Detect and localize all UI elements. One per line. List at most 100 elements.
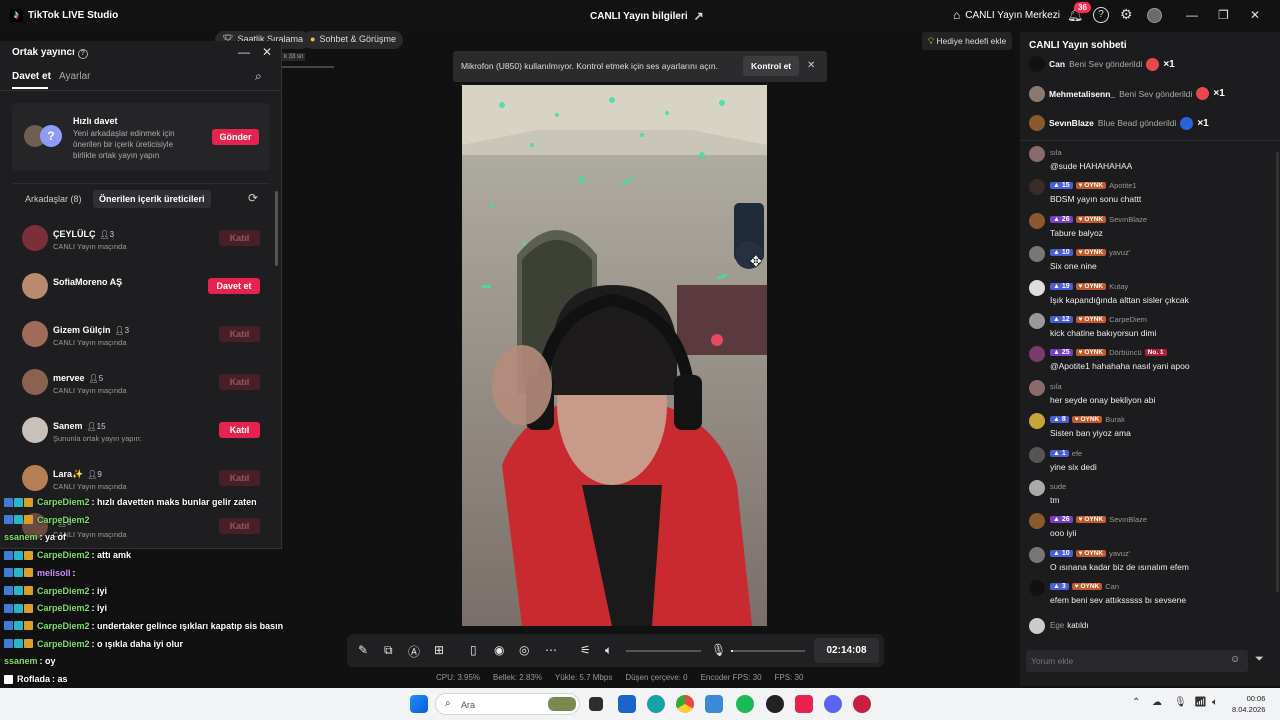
mini-progress xyxy=(282,66,334,68)
join-button[interactable]: Davet et xyxy=(208,278,260,294)
taskbar-search[interactable]: ⌕ Ara xyxy=(435,693,580,715)
live-center-button[interactable]: ⌂ CANLI Yayın Merkezi xyxy=(953,8,1060,22)
message-text: Tabure balyoz xyxy=(1050,227,1103,238)
refresh-icon[interactable]: ⟳ xyxy=(248,191,258,205)
suggested-creators-tab[interactable]: Önerilen içerik üreticileri xyxy=(93,190,211,208)
minimize-icon[interactable]: — xyxy=(1186,8,1198,22)
tiktok-studio-icon[interactable] xyxy=(853,695,871,713)
tiktok-taskbar-icon[interactable] xyxy=(795,695,813,713)
outlook-icon[interactable] xyxy=(618,695,636,713)
scrollbar[interactable] xyxy=(1276,152,1279,592)
tab-settings[interactable]: Ayarlar xyxy=(59,71,91,82)
viewer-count: 👤︎3 xyxy=(99,230,115,239)
app-icon[interactable] xyxy=(766,695,784,713)
join-button[interactable]: Katıl xyxy=(219,230,260,246)
microphone-icon[interactable]: 🎙︎ xyxy=(711,643,726,657)
close-panel-icon[interactable]: ✕ xyxy=(262,45,272,59)
gift-goal-button[interactable]: 💡︎ Hediye hedefi ekle xyxy=(922,32,1013,50)
info-icon[interactable]: ? xyxy=(77,49,88,59)
level-badge: ▲ 12 xyxy=(1050,316,1073,323)
join-button[interactable]: Katıl xyxy=(219,422,260,438)
bits-badge-icon xyxy=(14,550,23,560)
avatar xyxy=(1029,618,1045,634)
screen-capture-icon[interactable]: ⧉ xyxy=(384,643,393,658)
wifi-icon[interactable]: 📶︎ xyxy=(1194,697,1207,708)
overlay-chat-line: CarpeDiem2: o ışıkla daha iyi olur xyxy=(4,639,183,649)
viewer-count-value: 15 xyxy=(96,422,106,431)
send-button[interactable]: Gönder xyxy=(212,129,259,145)
minimize-panel-icon[interactable]: — xyxy=(238,45,250,59)
check-button[interactable]: Kontrol et xyxy=(743,56,800,76)
scrollbar[interactable] xyxy=(275,191,278,266)
message-text: @sude HAHAHAHAA xyxy=(1050,161,1133,171)
divider xyxy=(12,183,270,184)
speaker-icon[interactable]: 🔈︎ xyxy=(605,643,612,658)
join-button[interactable]: Katıl xyxy=(219,326,260,342)
chevron-up-icon[interactable]: ⌃ xyxy=(1132,697,1140,708)
tab-invite[interactable]: Davet et xyxy=(12,71,51,82)
task-view-icon[interactable] xyxy=(589,697,603,711)
maximize-icon[interactable]: ❐ xyxy=(1218,8,1229,22)
chat-meet-pill[interactable]: ● Sohbet & Görüşme xyxy=(303,31,403,49)
help-icon[interactable]: ? xyxy=(1093,7,1109,23)
edge-icon[interactable] xyxy=(647,695,665,713)
mic-tray-icon[interactable]: 🎙︎ xyxy=(1174,697,1187,708)
close-icon[interactable]: ✕ xyxy=(807,60,815,71)
message-text: O ısınana kadar biz de ısınalım efem xyxy=(1050,561,1189,572)
message-text: BDSM yayın sonu chattt xyxy=(1050,194,1142,205)
join-button[interactable]: Katıl xyxy=(219,470,260,486)
chrome-icon[interactable] xyxy=(676,695,694,713)
clock[interactable]: 00:06 8.04.2026 xyxy=(1232,693,1265,715)
quick-invite-avatars: ? xyxy=(24,125,62,147)
search-icon[interactable]: ⌕ xyxy=(255,69,262,84)
friend-name: Gizem Gülçin 👤︎3 xyxy=(53,325,129,335)
close-icon[interactable]: ✕ xyxy=(1250,8,1260,22)
mic-volume-slider[interactable] xyxy=(731,650,805,652)
fan-badge: ♥ OYNK xyxy=(1075,549,1107,557)
volume-icon[interactable]: 🔈︎ xyxy=(1212,697,1218,708)
record-icon[interactable]: ◉ xyxy=(494,643,504,657)
mixer-icon[interactable]: ⚟ xyxy=(580,643,591,657)
gift-row: Can Beni Sev gönderildi ×1 xyxy=(1029,54,1175,74)
home-icon: ⌂ xyxy=(953,8,961,22)
magic-wand-icon[interactable]: ✎ xyxy=(358,643,368,657)
chat-text: : ya of xyxy=(39,532,67,543)
mic-notification: Mikrofon (U850) kullanılmıyor. Kontrol e… xyxy=(453,51,827,82)
friends-label[interactable]: Arkadaşlar (8) xyxy=(25,194,82,204)
comment-input-box[interactable]: ☺ xyxy=(1026,650,1248,672)
chat-username: Apotite1 xyxy=(1109,181,1137,191)
network-app-icon[interactable] xyxy=(705,695,723,713)
discord-icon[interactable] xyxy=(824,695,842,713)
ai-icon[interactable]: Ⓐ xyxy=(408,643,420,660)
twitch-badge-icon xyxy=(4,515,13,525)
chat-username: sıla xyxy=(1050,381,1062,391)
video-preview[interactable] xyxy=(462,85,767,626)
level-badge: ▲ 10 xyxy=(1050,549,1073,557)
cloud-icon[interactable]: ☁ xyxy=(1152,697,1162,708)
stream-stats: CPU: 3.95% Bellek: 2.83% Yükle: 5.7 Mbps… xyxy=(436,673,803,682)
chat-text: : attı amk xyxy=(91,550,132,561)
overlay-chat-line: Roflada: as xyxy=(4,674,68,684)
add-source-icon[interactable]: ⊞ xyxy=(434,643,444,657)
avatar[interactable] xyxy=(1147,8,1162,23)
portrait-icon[interactable]: ▯ xyxy=(470,643,477,657)
live-info-button[interactable]: CANLI Yayın bilgileri ↗ xyxy=(590,9,704,23)
emoji-icon[interactable]: ☺ xyxy=(1230,654,1240,665)
title-bar: ♪ TikTok LIVE Studio CANLI Yayın bilgile… xyxy=(0,0,1280,32)
filter-icon[interactable]: ⏷ xyxy=(1255,653,1264,666)
windows-start-icon[interactable] xyxy=(410,695,428,713)
more-icon[interactable]: ⋯ xyxy=(545,643,557,657)
sub-badge-icon xyxy=(24,603,33,613)
settings-gear-icon[interactable]: ⚙ xyxy=(1120,6,1133,23)
chat-username: CarpeDiem2 xyxy=(37,497,90,507)
viewer-count-value: 9 xyxy=(97,470,102,479)
camera-switch-icon[interactable]: ◎ xyxy=(519,643,529,657)
overlay-chat-line: ssanem: ya of xyxy=(4,532,66,542)
join-button[interactable]: Katıl xyxy=(219,374,260,390)
badge-icon xyxy=(4,674,13,684)
comment-input[interactable] xyxy=(1026,650,1216,666)
speaker-volume-slider[interactable] xyxy=(626,650,701,652)
level-badge: ▲ 1 xyxy=(1050,449,1069,457)
spotify-icon[interactable] xyxy=(736,695,754,713)
level-value: 19 xyxy=(1061,282,1070,290)
